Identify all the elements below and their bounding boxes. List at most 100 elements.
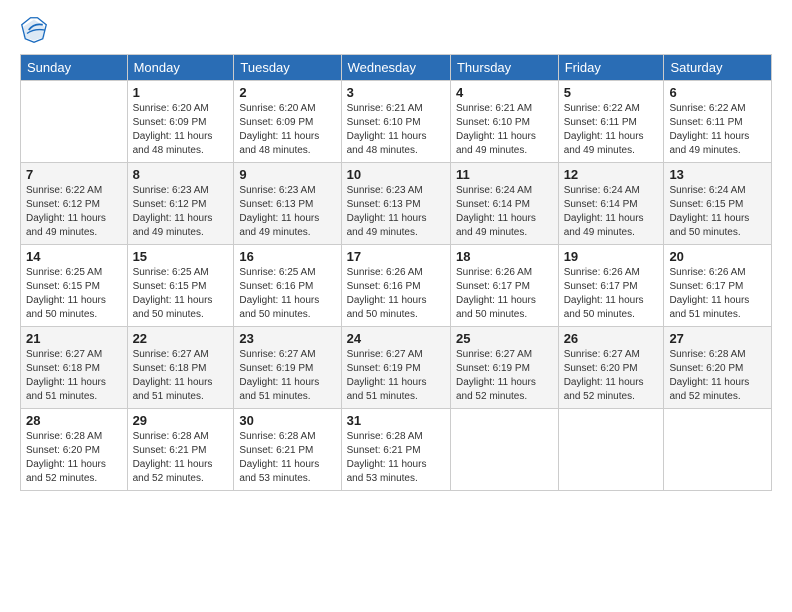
calendar-cell [21, 81, 128, 163]
sunrise-text: Sunrise: 6:23 AM [347, 185, 423, 196]
day-number: 4 [456, 85, 553, 100]
sunset-text: Sunset: 6:10 PM [347, 117, 421, 128]
sunset-text: Sunset: 6:19 PM [456, 363, 530, 374]
calendar-cell: 26 Sunrise: 6:27 AMSunset: 6:20 PMDayligh… [558, 327, 664, 409]
sunset-text: Sunset: 6:13 PM [347, 199, 421, 210]
day-info: Sunrise: 6:26 AMSunset: 6:17 PMDaylight:… [669, 266, 766, 322]
day-number: 7 [26, 167, 122, 182]
sunrise-text: Sunrise: 6:20 AM [239, 103, 315, 114]
calendar-cell: 4Sunrise: 6:21 AMSunset: 6:10 PMDaylight… [450, 81, 558, 163]
day-number: 26 [564, 331, 659, 346]
day-number: 15 [133, 249, 229, 264]
day-info: Sunrise: 6:25 AMSunset: 6:15 PMDaylight:… [26, 266, 122, 322]
daylight-text: Daylight: 11 hours and 49 minutes. [669, 131, 749, 156]
sunset-text: Sunset: 6:15 PM [669, 199, 743, 210]
daylight-text: Daylight: 11 hours and 49 minutes. [347, 213, 427, 238]
calendar-cell: 31Sunrise: 6:28 AMSunset: 6:21 PMDayligh… [341, 409, 450, 491]
calendar-cell: 17Sunrise: 6:26 AMSunset: 6:16 PMDayligh… [341, 245, 450, 327]
header [20, 16, 772, 44]
sunset-text: Sunset: 6:12 PM [26, 199, 100, 210]
calendar-table: SundayMondayTuesdayWednesdayThursdayFrid… [20, 54, 772, 491]
sunrise-text: Sunrise: 6:25 AM [239, 267, 315, 278]
calendar-day-header: Wednesday [341, 55, 450, 81]
daylight-text: Daylight: 11 hours and 50 minutes. [239, 295, 319, 320]
calendar-cell: 20Sunrise: 6:26 AMSunset: 6:17 PMDayligh… [664, 245, 772, 327]
sunset-text: Sunset: 6:14 PM [456, 199, 530, 210]
sunset-text: Sunset: 6:14 PM [564, 199, 638, 210]
sunrise-text: Sunrise: 6:27 AM [133, 349, 209, 360]
calendar-day-header: Sunday [21, 55, 128, 81]
calendar-cell: 15Sunrise: 6:25 AMSunset: 6:15 PMDayligh… [127, 245, 234, 327]
sunrise-text: Sunrise: 6:22 AM [26, 185, 102, 196]
day-info: Sunrise: 6:22 AMSunset: 6:12 PMDaylight:… [26, 184, 122, 240]
daylight-text: Daylight: 11 hours and 51 minutes. [26, 377, 106, 402]
day-number: 31 [347, 413, 445, 428]
sunrise-text: Sunrise: 6:24 AM [456, 185, 532, 196]
sunset-text: Sunset: 6:21 PM [133, 445, 207, 456]
logo-icon [20, 16, 48, 44]
day-number: 2 [239, 85, 335, 100]
sunset-text: Sunset: 6:19 PM [239, 363, 313, 374]
calendar-cell: 18Sunrise: 6:26 AMSunset: 6:17 PMDayligh… [450, 245, 558, 327]
day-number: 12 [564, 167, 659, 182]
calendar-cell: 19Sunrise: 6:26 AMSunset: 6:17 PMDayligh… [558, 245, 664, 327]
day-number: 16 [239, 249, 335, 264]
sunset-text: Sunset: 6:16 PM [239, 281, 313, 292]
day-info: Sunrise: 6:27 AMSunset: 6:18 PMDaylight:… [133, 348, 229, 404]
day-info: Sunrise: 6:20 AMSunset: 6:09 PMDaylight:… [239, 102, 335, 158]
page: SundayMondayTuesdayWednesdayThursdayFrid… [0, 0, 792, 612]
day-number: 17 [347, 249, 445, 264]
calendar-cell: 12Sunrise: 6:24 AMSunset: 6:14 PMDayligh… [558, 163, 664, 245]
daylight-text: Daylight: 11 hours and 50 minutes. [133, 295, 213, 320]
daylight-text: Daylight: 11 hours and 49 minutes. [564, 131, 644, 156]
sunset-text: Sunset: 6:11 PM [564, 117, 637, 128]
day-number: 23 [239, 331, 335, 346]
sunset-text: Sunset: 6:15 PM [26, 281, 100, 292]
sunset-text: Sunset: 6:13 PM [239, 199, 313, 210]
day-info: Sunrise: 6:24 AMSunset: 6:15 PMDaylight:… [669, 184, 766, 240]
daylight-text: Daylight: 11 hours and 50 minutes. [564, 295, 644, 320]
day-number: 25 [456, 331, 553, 346]
calendar-day-header: Tuesday [234, 55, 341, 81]
sunrise-text: Sunrise: 6:25 AM [133, 267, 209, 278]
calendar-cell: 13Sunrise: 6:24 AMSunset: 6:15 PMDayligh… [664, 163, 772, 245]
sunrise-text: Sunrise: 6:27 AM [239, 349, 315, 360]
sunset-text: Sunset: 6:20 PM [669, 363, 743, 374]
day-number: 9 [239, 167, 335, 182]
day-number: 3 [347, 85, 445, 100]
day-number: 29 [133, 413, 229, 428]
day-number: 10 [347, 167, 445, 182]
sunrise-text: Sunrise: 6:23 AM [239, 185, 315, 196]
calendar-week-row: 1Sunrise: 6:20 AMSunset: 6:09 PMDaylight… [21, 81, 772, 163]
day-info: Sunrise: 6:22 AMSunset: 6:11 PMDaylight:… [564, 102, 659, 158]
day-info: Sunrise: 6:22 AMSunset: 6:11 PMDaylight:… [669, 102, 766, 158]
calendar-cell: 2 Sunrise: 6:20 AMSunset: 6:09 PMDaylight… [234, 81, 341, 163]
day-info: Sunrise: 6:27 AMSunset: 6:20 PMDaylight:… [564, 348, 659, 404]
day-info: Sunrise: 6:21 AMSunset: 6:10 PMDaylight:… [347, 102, 445, 158]
day-info: Sunrise: 6:24 AMSunset: 6:14 PMDaylight:… [564, 184, 659, 240]
daylight-text: Daylight: 11 hours and 52 minutes. [669, 377, 749, 402]
calendar-week-row: 21Sunrise: 6:27 AMSunset: 6:18 PMDayligh… [21, 327, 772, 409]
calendar-cell: 23Sunrise: 6:27 AMSunset: 6:19 PMDayligh… [234, 327, 341, 409]
calendar-week-row: 14Sunrise: 6:25 AMSunset: 6:15 PMDayligh… [21, 245, 772, 327]
daylight-text: Daylight: 11 hours and 50 minutes. [669, 213, 749, 238]
calendar-week-row: 7 Sunrise: 6:22 AM Sunset: 6:12 PM Daylight… [21, 163, 772, 245]
sunset-text: Sunset: 6:17 PM [564, 281, 638, 292]
day-info: Sunrise: 6:28 AMSunset: 6:20 PMDaylight:… [26, 430, 122, 486]
sunrise-text: Sunrise: 6:24 AM [564, 185, 640, 196]
daylight-text: Daylight: 11 hours and 49 minutes. [456, 213, 536, 238]
daylight-text: Daylight: 11 hours and 52 minutes. [564, 377, 644, 402]
calendar-cell: 1Sunrise: 6:20 AMSunset: 6:09 PMDaylight… [127, 81, 234, 163]
daylight-text: Daylight: 11 hours and 52 minutes. [133, 459, 213, 484]
daylight-text: Daylight: 11 hours and 48 minutes. [133, 131, 213, 156]
day-info: Sunrise: 6:26 AMSunset: 6:17 PMDaylight:… [456, 266, 553, 322]
logo [20, 16, 52, 44]
day-info: Sunrise: 6:26 AMSunset: 6:17 PMDaylight:… [564, 266, 659, 322]
daylight-text: Daylight: 11 hours and 53 minutes. [239, 459, 319, 484]
sunrise-text: Sunrise: 6:21 AM [347, 103, 423, 114]
calendar-day-header: Saturday [664, 55, 772, 81]
day-number: 5 [564, 85, 659, 100]
day-info: Sunrise: 6:27 AMSunset: 6:19 PMDaylight:… [347, 348, 445, 404]
daylight-text: Daylight: 11 hours and 49 minutes. [133, 213, 213, 238]
daylight-text: Daylight: 11 hours and 51 minutes. [133, 377, 213, 402]
